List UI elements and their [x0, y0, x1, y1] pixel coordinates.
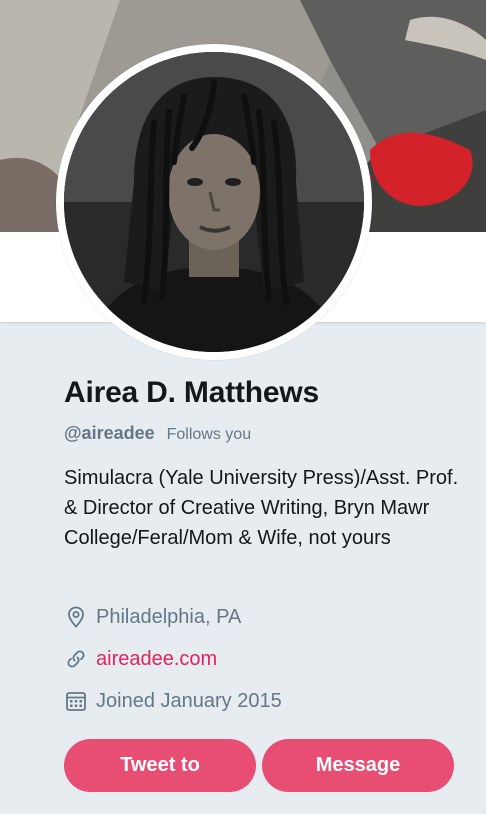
profile-name: Airea D. Matthews — [64, 376, 319, 409]
map-pin-icon — [64, 605, 88, 629]
calendar-icon — [64, 689, 88, 713]
avatar[interactable] — [56, 44, 372, 360]
profile-location: Philadelphia, PA — [64, 605, 241, 629]
tweet-to-button[interactable]: Tweet to — [64, 739, 256, 792]
website-link[interactable]: aireadee.com — [96, 648, 217, 671]
profile-website: aireadee.com — [64, 647, 217, 671]
profile-joined: Joined January 2015 — [64, 689, 282, 713]
location-text: Philadelphia, PA — [96, 605, 242, 628]
follows-you-badge: Follows you — [166, 426, 252, 443]
avatar-image — [64, 52, 364, 352]
joined-text: Joined January 2015 — [96, 689, 282, 712]
profile-handle[interactable]: @aireadee — [64, 423, 155, 444]
link-icon — [64, 647, 88, 671]
handle-row: @aireadee Follows you — [64, 423, 251, 444]
profile-bio: Simulacra (Yale University Press)/Asst. … — [64, 467, 459, 549]
message-button[interactable]: Message — [262, 739, 454, 792]
